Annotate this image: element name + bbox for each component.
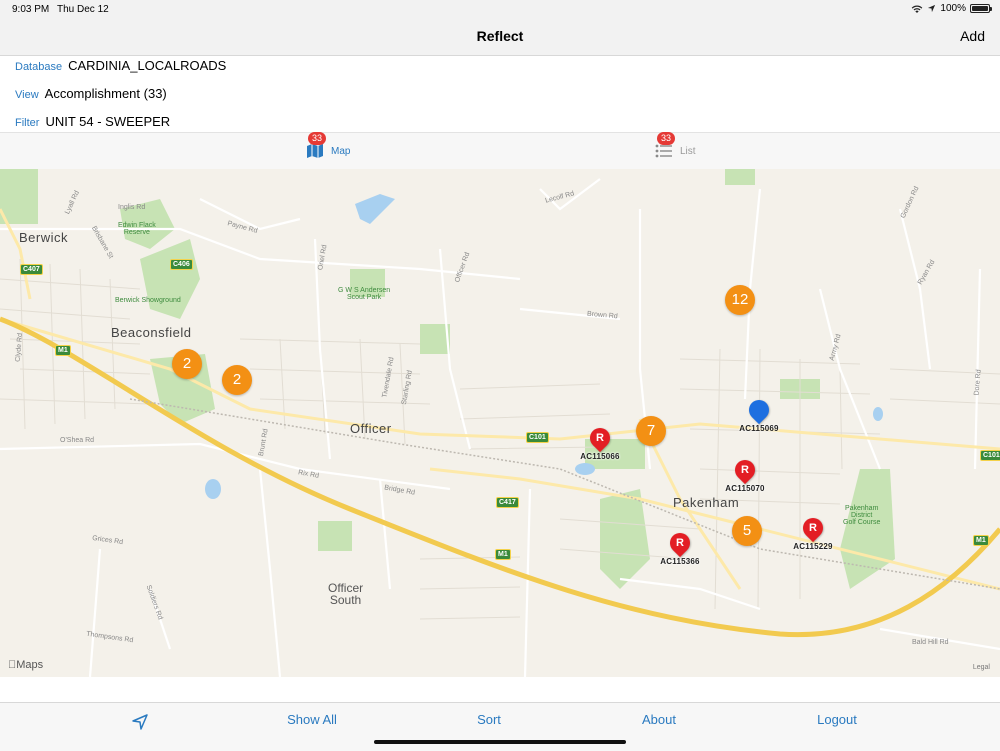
list-icon bbox=[655, 144, 672, 158]
park-label-golf-course: Pakenham District Golf Course bbox=[843, 505, 881, 526]
tab-map-label: Map bbox=[331, 145, 351, 157]
map-cluster-marker[interactable]: 2 bbox=[172, 349, 202, 379]
map-pin-ac115366[interactable]: R AC115366 bbox=[650, 528, 710, 566]
road-shield-m1-mid: M1 bbox=[495, 549, 511, 560]
show-all-button[interactable]: Show All bbox=[287, 712, 337, 727]
map-cluster-marker[interactable]: 12 bbox=[725, 285, 755, 315]
view-row[interactable]: View Accomplishment (33) bbox=[15, 83, 167, 105]
pin-label: AC115366 bbox=[660, 557, 700, 566]
pin-label: AC115070 bbox=[725, 484, 765, 493]
database-label[interactable]: Database bbox=[15, 61, 62, 73]
road-shield-c101-east: C101 bbox=[980, 450, 1000, 461]
apple-logo-icon:  bbox=[8, 659, 16, 671]
about-button[interactable]: About bbox=[642, 712, 676, 727]
pin-head: R bbox=[730, 455, 760, 485]
road-shield-c406: C406 bbox=[170, 259, 193, 270]
road-shield-m1-west: M1 bbox=[55, 345, 71, 356]
tab-list[interactable]: 33 List bbox=[654, 132, 696, 169]
pin-head: R bbox=[798, 513, 828, 543]
view-segment-bar: 33 Map 33 List bbox=[0, 132, 1000, 170]
database-value: CARDINIA_LOCALROADS bbox=[68, 58, 227, 73]
battery-icon bbox=[970, 4, 992, 13]
pin-label: AC115069 bbox=[739, 424, 779, 433]
pin-head: R bbox=[585, 423, 615, 453]
pin-head: R bbox=[665, 528, 695, 558]
pin-label: AC115229 bbox=[793, 542, 833, 551]
list-count-badge: 33 bbox=[657, 132, 675, 145]
road-shield-c407: C407 bbox=[20, 264, 43, 275]
map-cluster-marker[interactable]: 7 bbox=[636, 416, 666, 446]
park-label-edwin-flack: Edwin Flack Reserve bbox=[118, 222, 156, 236]
status-bar: 9:03 PM Thu Dec 12 100% bbox=[0, 0, 1000, 18]
location-arrow-icon bbox=[132, 714, 148, 730]
wifi-icon bbox=[912, 5, 923, 13]
legal-link[interactable]: Legal bbox=[973, 664, 990, 671]
pin-label: AC115066 bbox=[580, 452, 620, 461]
road-shield-c101-west: C101 bbox=[526, 432, 549, 443]
pin-head bbox=[744, 395, 774, 425]
map-pin-ac115066[interactable]: R AC115066 bbox=[570, 423, 630, 461]
road-label-inglis: Inglis Rd bbox=[118, 204, 146, 211]
road-label-bald-hill: Bald Hill Rd bbox=[912, 639, 949, 646]
map-cluster-marker[interactable]: 2 bbox=[222, 365, 252, 395]
database-row[interactable]: Database CARDINIA_LOCALROADS bbox=[15, 55, 226, 77]
map-count-badge: 33 bbox=[308, 132, 326, 145]
view-value: Accomplishment (33) bbox=[44, 86, 167, 101]
location-arrow-icon bbox=[928, 4, 936, 13]
logout-button[interactable]: Logout bbox=[817, 712, 857, 727]
place-label-berwick: Berwick bbox=[19, 230, 69, 245]
map-icon bbox=[307, 144, 323, 158]
battery-percent: 100% bbox=[940, 3, 966, 14]
park-label-gws-andersen: G W S Andersen Scout Park bbox=[338, 287, 391, 301]
map-cluster-marker[interactable]: 5 bbox=[732, 516, 762, 546]
road-shield-m1-east: M1 bbox=[973, 535, 989, 546]
status-time: 9:03 PM bbox=[12, 4, 50, 15]
status-date: Thu Dec 12 bbox=[57, 4, 109, 15]
map-pin-ac115229[interactable]: R AC115229 bbox=[783, 513, 843, 551]
place-label-pakenham: Pakenham bbox=[673, 495, 740, 510]
filter-row[interactable]: Filter UNIT 54 - SWEEPER bbox=[15, 111, 170, 133]
place-label-officer: Officer bbox=[350, 421, 392, 436]
map-pin-ac115069[interactable]: AC115069 bbox=[729, 395, 789, 433]
filter-value: UNIT 54 - SWEEPER bbox=[45, 114, 171, 129]
status-right: 100% bbox=[911, 3, 992, 14]
tab-map[interactable]: 33 Map bbox=[305, 132, 351, 169]
locate-me-button[interactable] bbox=[131, 713, 149, 734]
view-label[interactable]: View bbox=[15, 89, 39, 101]
road-label-oshea: O'Shea Rd bbox=[60, 437, 95, 444]
home-indicator[interactable] bbox=[374, 740, 626, 744]
park-label-berwick-showground: Berwick Showground bbox=[115, 297, 181, 304]
map-pin-ac115070[interactable]: R AC115070 bbox=[715, 455, 775, 493]
place-label-beaconsfield: Beaconsfield bbox=[111, 325, 192, 340]
sort-button[interactable]: Sort bbox=[477, 712, 501, 727]
map-view[interactable]: Berwick Beaconsfield Officer Officer Sou… bbox=[0, 169, 1000, 677]
navigation-bar: Reflect Add bbox=[0, 18, 1000, 56]
road-shield-c417: C417 bbox=[496, 497, 519, 508]
filter-label[interactable]: Filter bbox=[15, 117, 39, 129]
apple-maps-logo: Maps bbox=[8, 659, 43, 671]
tab-list-label: List bbox=[680, 145, 696, 157]
add-button[interactable]: Add bbox=[960, 28, 985, 44]
place-label-officer-south: Officer South bbox=[328, 581, 364, 607]
nav-title: Reflect bbox=[476, 28, 524, 44]
